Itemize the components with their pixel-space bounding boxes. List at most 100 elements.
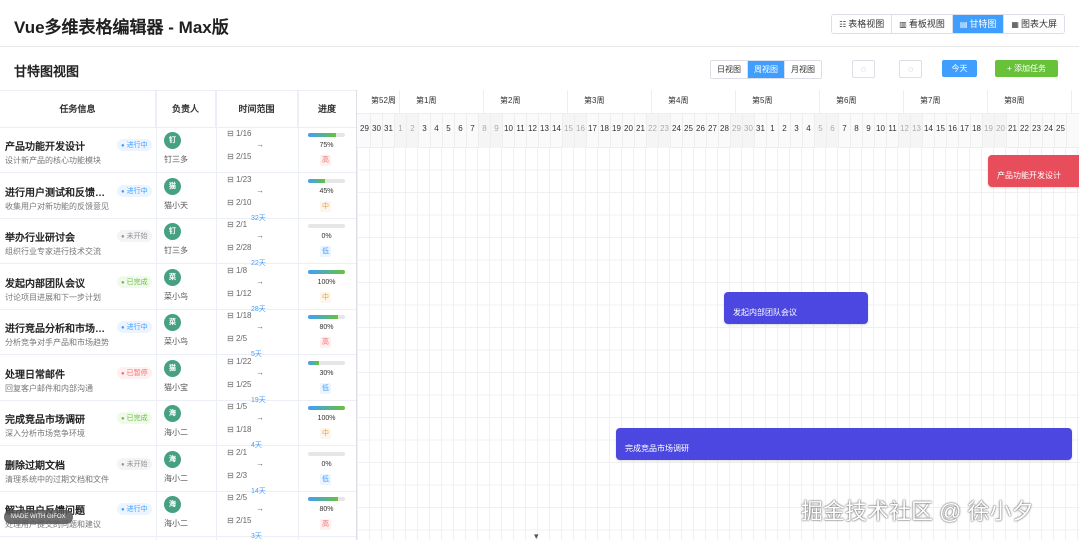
day-label: 14 <box>923 114 935 148</box>
arrow-right-icon: → <box>256 413 264 422</box>
status-badge[interactable]: 进行中 <box>117 503 152 515</box>
task-description: 深入分析市场竞争环境 <box>5 429 85 438</box>
day-label: 2 <box>407 114 419 148</box>
date-range[interactable]: ⊟ 2/1 → ⊟ 2/28 22天 <box>225 219 297 267</box>
task-name[interactable]: 删除过期文档 <box>5 457 113 472</box>
day-label: 10 <box>503 114 515 148</box>
status-badge[interactable]: 已完成 <box>117 412 152 424</box>
view-tab-2[interactable]: ▤ 甘特图 <box>952 15 1005 33</box>
task-name[interactable]: 举办行业研讨会 <box>5 229 113 244</box>
arrow-right-icon: → <box>256 367 264 377</box>
view-tab-icon: ▥ <box>899 20 907 29</box>
refresh-icon[interactable]: ◌ <box>899 60 922 78</box>
scale-button-1[interactable]: 周视图 <box>748 61 785 78</box>
week-label: 第6周 <box>820 90 904 114</box>
status-badge[interactable]: 已暂停 <box>117 366 152 379</box>
task-row[interactable]: 进行竞品分析和市场调研进行中分析竞争对手产品和市场趋势 菜菜小鸟 ⊟ 1/18 → ⊟ … <box>0 310 356 358</box>
task-description: 组织行业专家进行技术交流 <box>5 247 101 256</box>
duration-days: 3天 <box>251 533 262 540</box>
task-name[interactable]: 进行用户测试和反馈收集 <box>5 184 113 199</box>
priority-badge[interactable]: 中 <box>320 291 331 303</box>
day-label: 27 <box>707 114 719 148</box>
task-name[interactable]: 处理日常邮件 <box>5 366 113 381</box>
view-title: 甘特图视图 <box>14 64 80 79</box>
progress-bar <box>308 178 345 183</box>
scale-button-2[interactable]: 月视图 <box>785 61 821 78</box>
task-row[interactable]: 删除过期文档未开始清理系统中的过期文档和文件海海小二⊟ 2/1→⊟ 2/314天… <box>0 447 356 495</box>
arrow-right-icon: → <box>256 231 264 240</box>
day-label: 8 <box>851 114 863 148</box>
status-badge[interactable]: 未开始 <box>117 457 152 470</box>
zoom-out-icon[interactable]: ◌ <box>852 60 875 78</box>
priority-badge[interactable]: 高 <box>320 155 331 166</box>
view-tab-icon: ☷ <box>839 20 847 29</box>
column-header-owner[interactable]: 负责人 <box>156 91 216 128</box>
arrow-right-icon: → <box>256 140 264 149</box>
date-range[interactable]: ⊟ 1/8 → ⊟ 1/12 28天 <box>225 265 297 313</box>
priority-badge[interactable]: 高 <box>320 337 331 348</box>
task-name[interactable]: 进行竞品分析和市场调研 <box>5 320 113 335</box>
week-label: 第9周 <box>1072 90 1079 114</box>
end-date-value: 1/18 <box>235 425 252 434</box>
task-row[interactable]: 处理日常邮件已暂停回复客户邮件和内部沟通猫猫小宝⊟ 1/22→⊟ 1/2519天… <box>0 356 356 404</box>
day-label: 24 <box>1043 114 1055 148</box>
owner-name: 猫小天 <box>164 200 188 210</box>
progress-percent: 100% <box>317 278 336 286</box>
column-header-range[interactable]: 时间范围 <box>216 91 298 128</box>
view-tab-label: 看板视图 <box>908 19 945 29</box>
date-range[interactable]: ⊟ 2/1 → ⊟ 2/3 14天 <box>225 447 297 495</box>
status-badge[interactable]: 未开始 <box>117 230 152 242</box>
scroll-caret-icon[interactable]: ▾ <box>534 531 539 540</box>
task-name[interactable]: 完成竞品市场调研 <box>5 411 113 426</box>
task-row[interactable]: 完成竞品市场调研已完成深入分析市场竞争环境海海小二⊟ 1/5→⊟ 1/184天1… <box>0 401 356 449</box>
avatar: 海 <box>164 496 181 513</box>
gantt-bar[interactable]: 发起内部团队会议 <box>724 291 868 324</box>
view-tab-3[interactable]: ▦ 图表大屏 <box>1004 15 1064 33</box>
progress-bar <box>308 133 345 137</box>
priority-badge[interactable]: 中 <box>320 200 331 212</box>
task-row[interactable]: 发起内部团队会议已完成讨论项目进展和下一步计划菜菜小鸟⊟ 1/8→⊟ 1/122… <box>0 265 356 313</box>
end-date: ⊟ 1/25 <box>227 379 252 389</box>
day-label: 5 <box>815 114 827 148</box>
scale-button-0[interactable]: 日视图 <box>711 61 748 78</box>
gantt-bar[interactable]: 产品功能开发设计 <box>988 155 1079 187</box>
task-name[interactable]: 发起内部团队会议 <box>5 275 113 290</box>
owner-name: 猫小宝 <box>164 382 188 392</box>
start-date: ⊟ 1/23 <box>227 174 252 184</box>
column-header-progress[interactable]: 进度 <box>298 91 356 128</box>
date-range[interactable]: ⊟ 1/5 → ⊟ 1/18 4天 <box>225 401 297 449</box>
day-label: 13 <box>539 114 551 148</box>
today-button[interactable]: 今天 <box>942 60 977 77</box>
status-badge[interactable]: 已完成 <box>117 275 152 288</box>
view-tab-1[interactable]: ▥ 看板视图 <box>892 15 953 33</box>
task-name[interactable]: 产品功能开发设计 <box>5 138 113 153</box>
priority-badge[interactable]: 高 <box>320 519 331 530</box>
owner-name: 海小二 <box>164 473 188 483</box>
day-label: 4 <box>803 114 815 148</box>
task-row[interactable]: 产品功能开发设计进行中设计新产品的核心功能模块 钉钉三多 ⊟ 1/16 → ⊟ 2/15… <box>0 128 356 173</box>
task-row[interactable]: 举办行业研讨会未开始组织行业专家进行技术交流钉钉三多⊟ 2/1→⊟ 2/2822… <box>0 219 356 267</box>
status-badge[interactable]: 进行中 <box>117 139 152 151</box>
end-date: ⊟ 2/28 <box>227 243 252 252</box>
priority-badge[interactable]: 中 <box>320 428 331 439</box>
add-task-button[interactable]: + 添加任务 <box>995 60 1058 77</box>
date-range[interactable]: ⊟ 1/22 → ⊟ 1/25 19天 <box>225 356 297 404</box>
priority-badge[interactable]: 低 <box>320 473 331 485</box>
status-badge[interactable]: 进行中 <box>117 321 152 333</box>
task-table-header: 任务信息 负责人 时间范围 进度 <box>0 90 356 128</box>
start-date-value: 2/1 <box>235 220 248 229</box>
task-row[interactable]: 进行用户测试和反馈收集进行中收集用户对新功能的反馈意见 猫猫小天 ⊟ 1/23 → ⊟ … <box>0 174 356 222</box>
day-label: 5 <box>443 114 455 148</box>
priority-badge[interactable]: 低 <box>320 246 331 257</box>
arrow-right-icon: → <box>256 504 264 513</box>
date-range[interactable]: ⊟ 2/5 → ⊟ 2/15 3天 <box>225 492 297 540</box>
gantt-bar[interactable]: 完成竞品市场调研 <box>616 428 1072 460</box>
day-label: 14 <box>551 114 563 148</box>
view-tab-0[interactable]: ☷ 表格视图 <box>832 15 893 33</box>
date-range[interactable]: ⊟ 1/23 → ⊟ 2/10 32天 <box>225 174 297 222</box>
column-header-info[interactable]: 任务信息 <box>0 91 156 128</box>
status-badge[interactable]: 进行中 <box>117 184 152 197</box>
priority-badge[interactable]: 低 <box>320 382 331 394</box>
date-range[interactable]: ⊟ 1/18 → ⊟ 2/5 5天 <box>225 310 297 358</box>
date-range[interactable]: ⊟ 1/16 → ⊟ 2/15 <box>225 128 297 173</box>
